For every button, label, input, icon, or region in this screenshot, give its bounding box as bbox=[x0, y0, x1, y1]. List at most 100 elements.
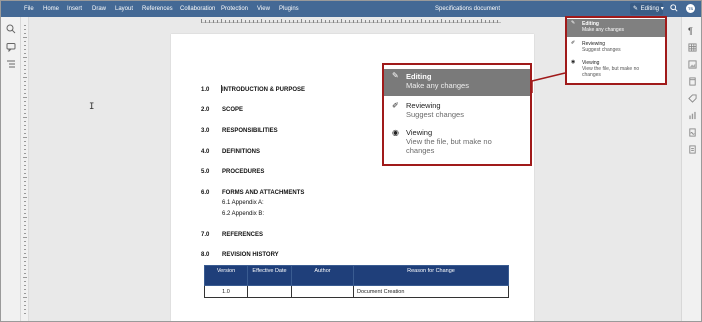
ruler-tick bbox=[24, 141, 26, 142]
callout-option-viewing: ◉ Viewing View the file, but make no cha… bbox=[384, 126, 530, 164]
ruler-tick bbox=[313, 20, 314, 23]
search-icon[interactable] bbox=[670, 4, 678, 12]
ruler-tick bbox=[24, 273, 26, 274]
ruler-tick bbox=[309, 20, 310, 23]
avatar[interactable]: TS bbox=[686, 4, 695, 13]
ruler-tick bbox=[24, 33, 26, 34]
ruler-tick bbox=[23, 57, 27, 58]
ruler-tick bbox=[24, 265, 26, 266]
mode-option-description: Make any changes bbox=[582, 27, 624, 33]
vertical-ruler bbox=[21, 17, 29, 321]
table-settings-icon[interactable] bbox=[688, 43, 697, 52]
mode-option-editing[interactable]: ✎ Editing Make any changes bbox=[567, 19, 665, 37]
ruler-tick bbox=[23, 237, 27, 238]
ruler-tick bbox=[23, 37, 27, 38]
ruler-tick bbox=[24, 161, 26, 162]
mouse-ibeam-cursor: I bbox=[89, 102, 95, 112]
ruler-tick bbox=[393, 20, 394, 23]
ruler-tick bbox=[305, 20, 306, 23]
column-header: Reason for Change bbox=[353, 265, 509, 286]
ruler-tick bbox=[441, 19, 442, 23]
section-title: DEFINITIONS bbox=[222, 149, 261, 155]
ruler-tick bbox=[321, 19, 322, 23]
mode-dropdown-menu: ✎ Editing Make any changes ✐ Reviewing S… bbox=[565, 16, 667, 85]
appendix-item: 6.1 Appendix A: bbox=[222, 200, 264, 206]
ruler-tick bbox=[317, 20, 318, 23]
table-cell[interactable] bbox=[247, 285, 292, 298]
mode-option-description: View the file, but make no changes bbox=[582, 66, 640, 78]
ruler-tick bbox=[273, 20, 274, 23]
menu-draw[interactable]: Draw bbox=[92, 1, 106, 17]
image-settings-icon[interactable] bbox=[688, 60, 697, 69]
ruler-tick bbox=[425, 20, 426, 23]
section-title: PROCEDURES bbox=[222, 169, 265, 175]
ruler-tick bbox=[24, 145, 26, 146]
ruler-tick bbox=[24, 69, 26, 70]
ruler-tick bbox=[341, 19, 342, 23]
horizontal-ruler bbox=[171, 18, 533, 24]
ruler-tick bbox=[23, 97, 27, 98]
ruler-tick bbox=[24, 109, 26, 110]
ruler-tick bbox=[23, 197, 27, 198]
ruler-tick bbox=[221, 19, 222, 23]
section-title: INTRODUCTION & PURPOSE bbox=[222, 87, 306, 93]
ruler-tick bbox=[24, 85, 26, 86]
ruler-tick bbox=[24, 169, 26, 170]
ruler-tick bbox=[23, 257, 27, 258]
ruler-tick bbox=[413, 20, 414, 23]
menu-references[interactable]: References bbox=[142, 1, 173, 17]
document-info-icon[interactable] bbox=[688, 145, 697, 154]
signature-icon[interactable] bbox=[688, 128, 697, 137]
ruler-tick bbox=[24, 205, 26, 206]
section-title: SCOPE bbox=[222, 107, 244, 113]
app-window: File Home Insert Draw Layout References … bbox=[0, 0, 702, 322]
header-footer-icon[interactable] bbox=[688, 77, 697, 86]
menu-file[interactable]: File bbox=[24, 1, 34, 17]
table-cell[interactable] bbox=[291, 285, 354, 298]
ruler-tick bbox=[24, 81, 26, 82]
ruler-tick bbox=[437, 20, 438, 23]
ruler-tick bbox=[457, 20, 458, 23]
ruler-tick bbox=[24, 41, 26, 42]
navigation-icon[interactable] bbox=[6, 59, 16, 69]
menu-home[interactable]: Home bbox=[43, 1, 59, 17]
ruler-tick bbox=[269, 20, 270, 23]
menu-collaboration[interactable]: Collaboration bbox=[180, 1, 215, 17]
mode-option-reviewing[interactable]: ✐ Reviewing Suggest changes bbox=[567, 39, 665, 56]
mode-dropdown-button[interactable]: ✎ Editing ▾ bbox=[630, 3, 664, 15]
comments-icon[interactable] bbox=[6, 42, 16, 52]
ruler-tick bbox=[281, 19, 282, 23]
menu-layout[interactable]: Layout bbox=[115, 1, 133, 17]
ruler-tick bbox=[24, 113, 26, 114]
ruler-tick bbox=[333, 20, 334, 23]
ruler-tick bbox=[477, 20, 478, 23]
ruler-tick bbox=[493, 20, 494, 23]
menu-view[interactable]: View bbox=[257, 1, 270, 17]
section-number: 8.0 bbox=[201, 252, 210, 258]
ruler-tick bbox=[277, 20, 278, 23]
ruler-ticks bbox=[201, 19, 501, 23]
revision-history-table[interactable]: Version Effective Date Author Reason for… bbox=[204, 265, 509, 298]
ruler-tick bbox=[205, 20, 206, 23]
callout-option-label: Reviewing bbox=[406, 101, 441, 110]
ruler-tick bbox=[24, 49, 26, 50]
menu-plugins[interactable]: Plugins bbox=[279, 1, 299, 17]
ruler-tick bbox=[201, 19, 202, 23]
search-icon[interactable] bbox=[6, 24, 16, 34]
left-sidebar bbox=[1, 17, 21, 321]
table-header-row: Version Effective Date Author Reason for… bbox=[204, 265, 509, 286]
table-row[interactable]: 1.0 Document Creation bbox=[204, 285, 509, 298]
chart-settings-icon[interactable] bbox=[688, 111, 697, 120]
menu-insert[interactable]: Insert bbox=[67, 1, 82, 17]
paragraph-settings-icon[interactable]: ¶ bbox=[688, 26, 697, 36]
tag-icon[interactable] bbox=[688, 94, 697, 103]
ruler-tick bbox=[24, 45, 26, 46]
table-cell[interactable]: Document Creation bbox=[353, 285, 509, 298]
section-title: REVISION HISTORY bbox=[222, 252, 279, 258]
table-cell[interactable]: 1.0 bbox=[204, 285, 248, 298]
ruler-tick bbox=[429, 20, 430, 23]
ruler-tick bbox=[265, 20, 266, 23]
menu-protection[interactable]: Protection bbox=[221, 1, 248, 17]
ruler-tick bbox=[24, 29, 26, 30]
mode-option-viewing[interactable]: ◉ Viewing View the file, but make no cha… bbox=[567, 58, 665, 84]
